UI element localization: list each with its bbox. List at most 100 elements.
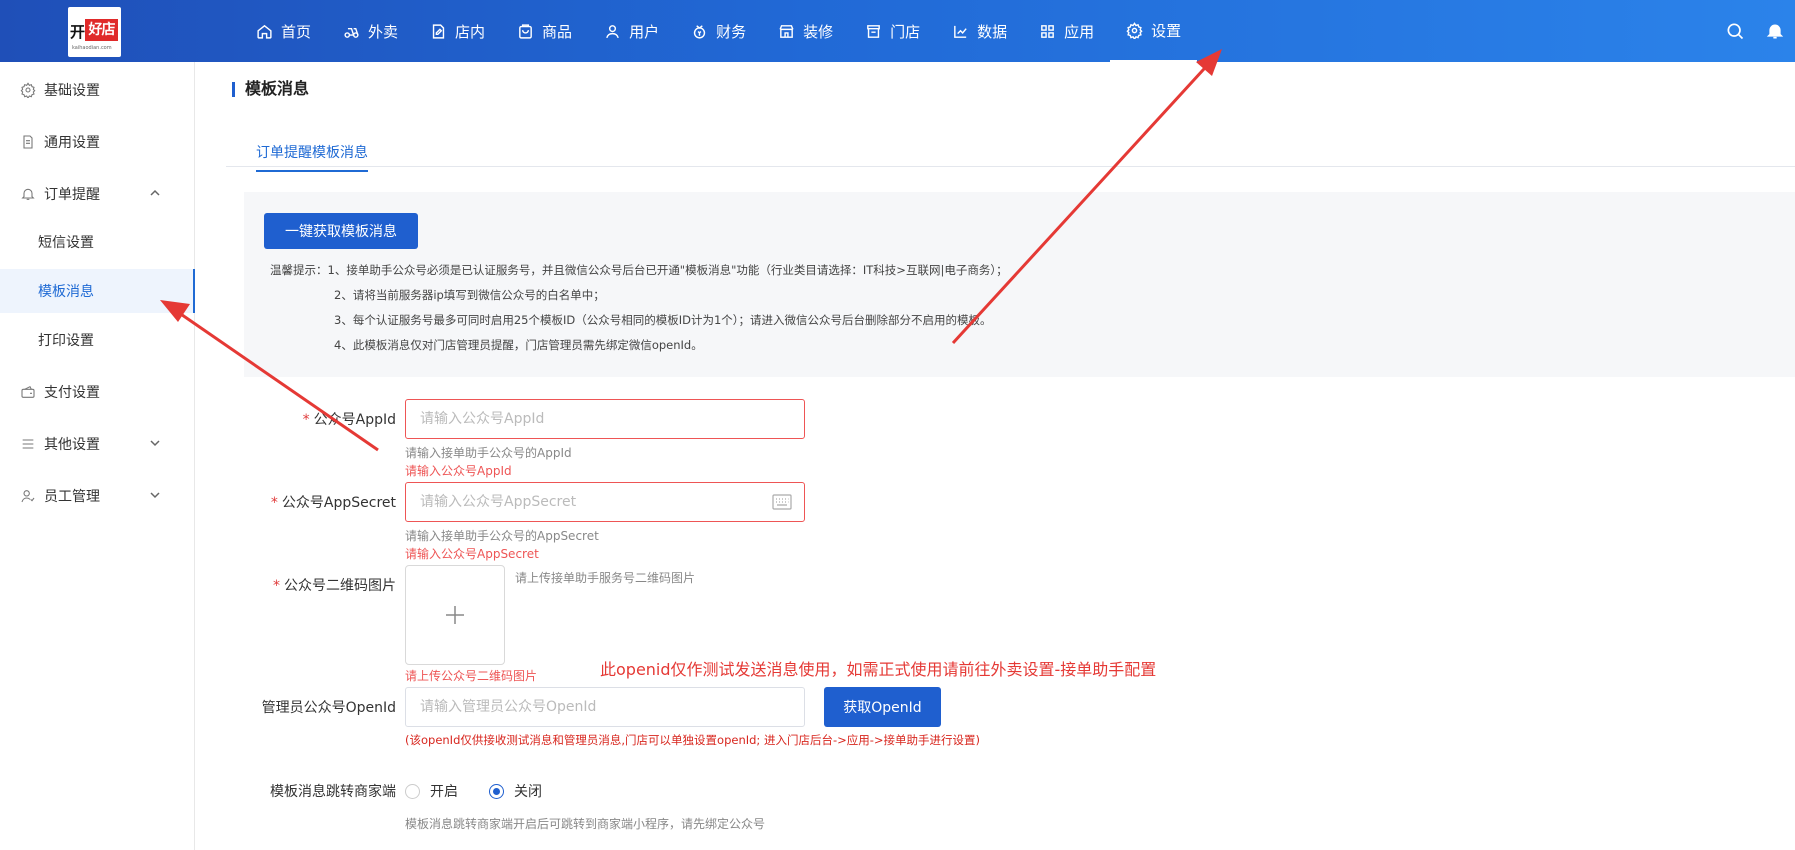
sidebar-item-label: 订单提醒 [44, 187, 100, 203]
jump-label: 模板消息跳转商家端 [270, 784, 396, 800]
nav-item-home[interactable]: 首页 [240, 0, 327, 62]
tab-divider [226, 166, 1795, 167]
bell-icon [1766, 24, 1784, 39]
radio-label: 关闭 [514, 784, 542, 800]
nav-label: 店内 [455, 22, 486, 41]
document-icon [20, 134, 36, 150]
wallet-icon [693, 24, 706, 39]
get-openid-button[interactable]: 获取OpenId [824, 687, 941, 727]
shop-decor-icon [779, 24, 794, 38]
appid-hint: 请输入接单助手公众号的AppId [405, 446, 572, 460]
sidebar-subitem-sms-settings[interactable]: 短信设置 [0, 220, 195, 264]
scooter-icon [344, 27, 359, 38]
nav-item-instore[interactable]: 店内 [414, 0, 501, 62]
nav-label: 门店 [890, 22, 921, 41]
search-icon [1727, 23, 1744, 40]
page-title: 模板消息 [232, 81, 309, 97]
nav-label: 应用 [1064, 22, 1095, 41]
qrcode-uploader[interactable] [405, 565, 505, 665]
sidebar-item-payment-settings[interactable]: 支付设置 [0, 370, 195, 414]
appid-error: 请输入公众号AppId [405, 464, 512, 478]
nav-label: 设置 [1151, 21, 1182, 40]
tip-line-3: 3、每个认证服务号最多可同时启用25个模板ID（公众号相同的模板ID计为1个）；… [334, 313, 992, 327]
nav-item-user[interactable]: 用户 [588, 0, 675, 62]
top-right-actions [1715, 0, 1795, 62]
notice-panel: 一键获取模板消息 温馨提示：1、接单助手公众号必须是已认证服务号，并且微信公众号… [244, 192, 1795, 377]
sidebar-item-label: 员工管理 [44, 489, 100, 505]
openid-label: 管理员公众号OpenId [261, 700, 396, 716]
tab-order-reminder-template[interactable]: 订单提醒模板消息 [256, 142, 368, 172]
nav-item-takeout[interactable]: 外卖 [327, 0, 414, 62]
sidebar-item-label: 支付设置 [44, 385, 100, 401]
radio-label: 开启 [430, 784, 458, 800]
chevron-up-icon [150, 189, 160, 196]
chevron-down-icon [150, 440, 160, 447]
sidebar: 基础设置 通用设置 订单提醒 短信设置 模板消息 打印设置 支付设置 其他设置 [0, 62, 195, 850]
logo[interactable]: 开 好店 kaihaodian.com [68, 7, 121, 57]
appid-input[interactable]: 请输入公众号AppId [405, 399, 805, 439]
wallet-icon [20, 384, 36, 400]
nav-item-goods[interactable]: 商品 [501, 0, 588, 62]
appid-label: * 公众号AppId [302, 412, 396, 428]
tip-line-1: 温馨提示：1、接单助手公众号必须是已认证服务号，并且微信公众号后台已开通"模板消… [270, 263, 1008, 277]
nav-item-settings[interactable]: 设置 [1110, 0, 1198, 62]
list-icon [20, 436, 36, 452]
tip-line-4: 4、此模板消息仅对门店管理员提醒，门店管理员需先绑定微信openId。 [334, 338, 703, 352]
nav-item-data[interactable]: 数据 [936, 0, 1023, 62]
sidebar-item-label: 基础设置 [44, 83, 100, 99]
goods-icon [519, 23, 532, 39]
nav-item-apps[interactable]: 应用 [1023, 0, 1110, 62]
notification-button[interactable] [1755, 21, 1795, 41]
appsecret-error: 请输入公众号AppSecret [405, 547, 539, 561]
sidebar-item-staff-management[interactable]: 员工管理 [0, 474, 195, 518]
nav-label: 外卖 [368, 22, 399, 41]
appid-label-text: 公众号AppId [313, 412, 396, 428]
nav-label: 商品 [542, 22, 573, 41]
user-icon [606, 24, 619, 38]
app-root: 开 好店 kaihaodian.com 首页 外卖 店内 商品 用户 财务 装修… [0, 0, 1795, 850]
home-icon [257, 24, 272, 39]
top-navbar: 开 好店 kaihaodian.com 首页 外卖 店内 商品 用户 财务 装修… [0, 0, 1795, 62]
nav-item-decoration[interactable]: 装修 [762, 0, 849, 62]
openid-note: (该openId仅供接收测试消息和管理员消息,门店可以单独设置openId; 进… [405, 733, 981, 747]
chevron-down-icon [150, 492, 160, 499]
radio-circle [405, 783, 420, 799]
sidebar-item-label: 通用设置 [44, 135, 100, 151]
sidebar-subitem-label: 模板消息 [38, 284, 94, 300]
appsecret-label-text: 公众号AppSecret [281, 495, 396, 511]
sidebar-item-basic-settings[interactable]: 基础设置 [0, 68, 195, 112]
fetch-templates-button[interactable]: 一键获取模板消息 [264, 213, 418, 249]
appsecret-input[interactable]: 请输入公众号AppSecret [405, 482, 805, 522]
logo-subtext: kaihaodian.com [72, 45, 112, 51]
openid-input[interactable]: 请输入管理员公众号OpenId [405, 687, 805, 727]
sidebar-item-order-reminder[interactable]: 订单提醒 [0, 172, 195, 216]
sidebar-subitem-label: 短信设置 [38, 235, 94, 251]
sidebar-subitem-template-message[interactable]: 模板消息 [0, 269, 195, 313]
logo-text-part1: 开 [70, 23, 85, 41]
tip-line-2: 2、请将当前服务器ip填写到微信公众号的白名单中； [334, 288, 605, 302]
qrcode-error: 请上传公众号二维码图片 [405, 669, 538, 683]
sidebar-subitem-print-settings[interactable]: 打印设置 [0, 318, 195, 362]
radio-circle-selected [489, 783, 504, 799]
sidebar-subitem-label: 打印设置 [38, 333, 94, 349]
nav-item-finance[interactable]: 财务 [675, 0, 762, 62]
sidebar-item-general-settings[interactable]: 通用设置 [0, 120, 195, 164]
keyboard-icon[interactable] [772, 494, 792, 510]
plus-icon [446, 606, 464, 624]
store-edit-icon [432, 23, 445, 39]
appsecret-hint: 请输入接单助手公众号的AppSecret [405, 529, 599, 543]
jump-radio-on[interactable]: 开启 [405, 781, 458, 801]
bell-icon [20, 186, 36, 202]
search-button[interactable] [1715, 21, 1755, 41]
appsecret-label: * 公众号AppSecret [270, 495, 396, 511]
appsecret-placeholder: 请输入公众号AppSecret [420, 494, 577, 510]
nav-item-store[interactable]: 门店 [849, 0, 936, 62]
jump-radio-off[interactable]: 关闭 [489, 781, 542, 801]
main-nav: 首页 外卖 店内 商品 用户 财务 装修 门店 数据 应用 设置 [240, 0, 1198, 62]
nav-label: 用户 [629, 22, 660, 41]
annotation-note: 此openid仅作测试发送消息使用，如需正式使用请前往外卖设置-接单助手配置 [600, 660, 1157, 679]
main-content: 模板消息 订单提醒模板消息 一键获取模板消息 温馨提示：1、接单助手公众号必须是… [196, 62, 1795, 850]
nav-label: 财务 [716, 22, 747, 41]
chart-icon [954, 25, 967, 38]
sidebar-item-other-settings[interactable]: 其他设置 [0, 422, 195, 466]
